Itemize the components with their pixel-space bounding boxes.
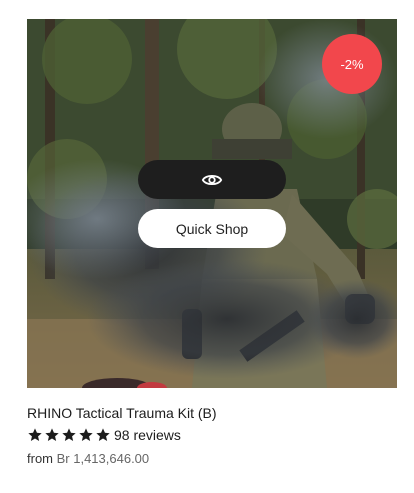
reviews-count: 98 reviews	[114, 427, 181, 443]
price-prefix: from	[27, 451, 53, 466]
discount-badge: -2%	[322, 34, 382, 94]
star-rating	[27, 427, 111, 443]
star-icon	[95, 427, 111, 443]
star-icon	[78, 427, 94, 443]
star-icon	[27, 427, 43, 443]
product-card[interactable]: -2% Quick Shop RHINO Tactical Trauma Kit…	[27, 19, 397, 466]
product-rating: 98 reviews	[27, 425, 397, 445]
product-image[interactable]: -2% Quick Shop	[27, 19, 397, 388]
star-icon	[44, 427, 60, 443]
eye-icon	[201, 174, 223, 185]
quick-shop-button[interactable]: Quick Shop	[138, 209, 286, 248]
price-amount: Br 1,413,646.00	[56, 451, 150, 466]
product-title[interactable]: RHINO Tactical Trauma Kit (B)	[27, 404, 397, 422]
product-price: from Br 1,413,646.00	[27, 451, 397, 466]
star-icon	[61, 427, 77, 443]
quick-view-button[interactable]	[138, 160, 286, 199]
